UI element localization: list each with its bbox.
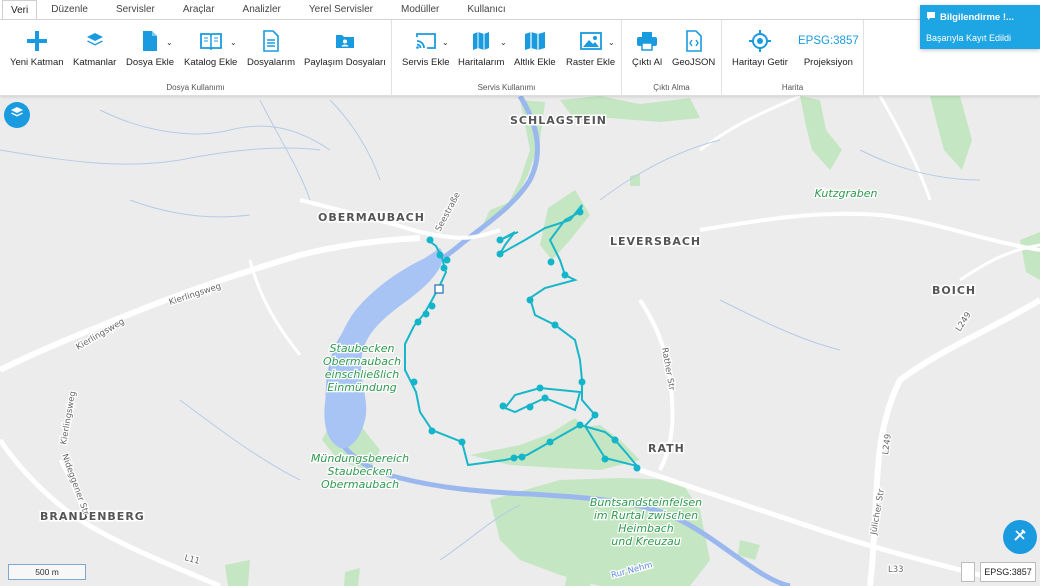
svg-text:einschließlich: einschließlich xyxy=(325,368,400,381)
crosshair-icon xyxy=(748,28,771,54)
svg-text:Obermaubach: Obermaubach xyxy=(321,478,399,491)
tab-duzenle[interactable]: Düzenle xyxy=(37,0,102,19)
layers-icon xyxy=(85,28,105,54)
service-group: Servis Ekle ⌄ Haritalarım ⌄ Altlık Ekle xyxy=(392,20,622,96)
app-window: SCHLAGSTEIN OBERMAUBACH LEVERSBACH BOICH… xyxy=(0,0,1040,586)
add-service-button[interactable]: Servis Ekle xyxy=(402,28,450,68)
my-maps-button[interactable]: Haritalarım xyxy=(458,28,504,68)
layers-button[interactable]: Katmanlar xyxy=(73,28,116,68)
map-control-box[interactable] xyxy=(961,562,975,582)
document-icon xyxy=(262,28,280,54)
shared-files-button[interactable]: Paylaşım Dosyaları xyxy=(304,28,386,68)
svg-text:Staubecken: Staubecken xyxy=(328,465,393,478)
new-layer-button[interactable]: Yeni Katman xyxy=(10,28,64,68)
map-group: Haritayı Getir EPSG:3857 Projeksiyon Har… xyxy=(722,20,864,96)
place-label: OBERMAUBACH xyxy=(318,211,425,224)
printer-icon xyxy=(636,28,658,54)
plus-icon xyxy=(26,28,48,54)
chevron-down-icon[interactable]: ⌄ xyxy=(166,38,173,47)
add-catalog-button[interactable]: Katalog Ekle xyxy=(184,28,237,68)
layer-panel-button[interactable] xyxy=(4,102,30,128)
svg-text:Mündungsbereich: Mündungsbereich xyxy=(311,452,409,465)
tab-yerel-servisler[interactable]: Yerel Servisler xyxy=(295,0,387,19)
tab-kullanici[interactable]: Kullanıcı xyxy=(453,0,519,19)
epsg-code: EPSG:3857 xyxy=(798,35,859,47)
my-files-button[interactable]: Dosyalarım xyxy=(247,28,295,68)
file-icon xyxy=(141,28,159,54)
svg-text:im Rurtal zwischen: im Rurtal zwischen xyxy=(594,509,698,522)
svg-text:Einmündung: Einmündung xyxy=(327,381,397,394)
code-file-icon xyxy=(685,28,703,54)
svg-text:Obermaubach: Obermaubach xyxy=(323,355,401,368)
projection-indicator[interactable]: EPSG:3857 xyxy=(980,562,1036,582)
place-label: SCHLAGSTEIN xyxy=(510,114,607,127)
place-label: RATH xyxy=(648,442,685,455)
place-label: LEVERSBACH xyxy=(610,235,701,248)
image-icon xyxy=(579,28,602,54)
svg-text:Buntsandsteinfelsen: Buntsandsteinfelsen xyxy=(590,496,702,509)
file-group: Yeni Katman Katmanlar Dosya Ekle ⌄ Katal… xyxy=(0,20,392,96)
shared-folder-icon xyxy=(335,28,355,54)
projection-button[interactable]: EPSG:3857 Projeksiyon xyxy=(798,28,859,68)
scale-bar: 500 m xyxy=(8,564,86,580)
tab-moduller[interactable]: Modüller xyxy=(387,0,453,19)
tab-analizler[interactable]: Analizler xyxy=(229,0,295,19)
notification-toast[interactable]: Bilgilendirme !... Başarıyla Kayıt Edild… xyxy=(920,5,1040,49)
tools-icon xyxy=(1012,527,1028,548)
chevron-down-icon[interactable]: ⌄ xyxy=(500,38,507,47)
tab-servisler[interactable]: Servisler xyxy=(102,0,169,19)
chevron-down-icon[interactable]: ⌄ xyxy=(442,38,449,47)
layers-icon xyxy=(10,106,24,125)
svg-text:Kutzgraben: Kutzgraben xyxy=(815,187,878,200)
add-raster-button[interactable]: Raster Ekle xyxy=(566,28,615,68)
add-basemap-button[interactable]: Altlık Ekle xyxy=(514,28,556,68)
map-icon xyxy=(472,28,490,54)
print-button[interactable]: Çıktı Al xyxy=(632,28,662,68)
chevron-down-icon[interactable]: ⌄ xyxy=(230,38,237,47)
chevron-down-icon[interactable]: ⌄ xyxy=(608,38,615,47)
basemap-icon xyxy=(524,28,546,54)
tab-araclar[interactable]: Araçlar xyxy=(169,0,229,19)
ribbon-toolbar: Yeni Katman Katmanlar Dosya Ekle ⌄ Katal… xyxy=(0,20,1040,96)
place-label: BOICH xyxy=(932,284,976,297)
svg-text:Heimbach: Heimbach xyxy=(618,522,674,535)
geojson-button[interactable]: GeoJSON xyxy=(672,28,715,68)
menu-tabs: Veri Düzenle Servisler Araçlar Analizler… xyxy=(0,0,1040,20)
svg-text:L33: L33 xyxy=(888,565,904,575)
notification-title: Bilgilendirme !... xyxy=(926,11,1034,24)
tools-fab-button[interactable] xyxy=(1003,520,1037,554)
place-label: BRANDENBERG xyxy=(40,510,145,523)
svg-text:und Kreuzau: und Kreuzau xyxy=(611,535,680,548)
cast-icon xyxy=(415,28,437,54)
get-map-button[interactable]: Haritayı Getir xyxy=(732,28,788,68)
tab-veri[interactable]: Veri xyxy=(2,0,38,19)
output-group: Çıktı Al GeoJSON Çıktı Alma xyxy=(622,20,722,96)
add-file-button[interactable]: Dosya Ekle xyxy=(126,28,174,68)
notification-message: Başarıyla Kayıt Edildi xyxy=(926,33,1012,43)
book-icon xyxy=(199,28,222,54)
svg-text:Staubecken: Staubecken xyxy=(330,342,395,355)
chat-bubble-icon xyxy=(926,11,936,24)
